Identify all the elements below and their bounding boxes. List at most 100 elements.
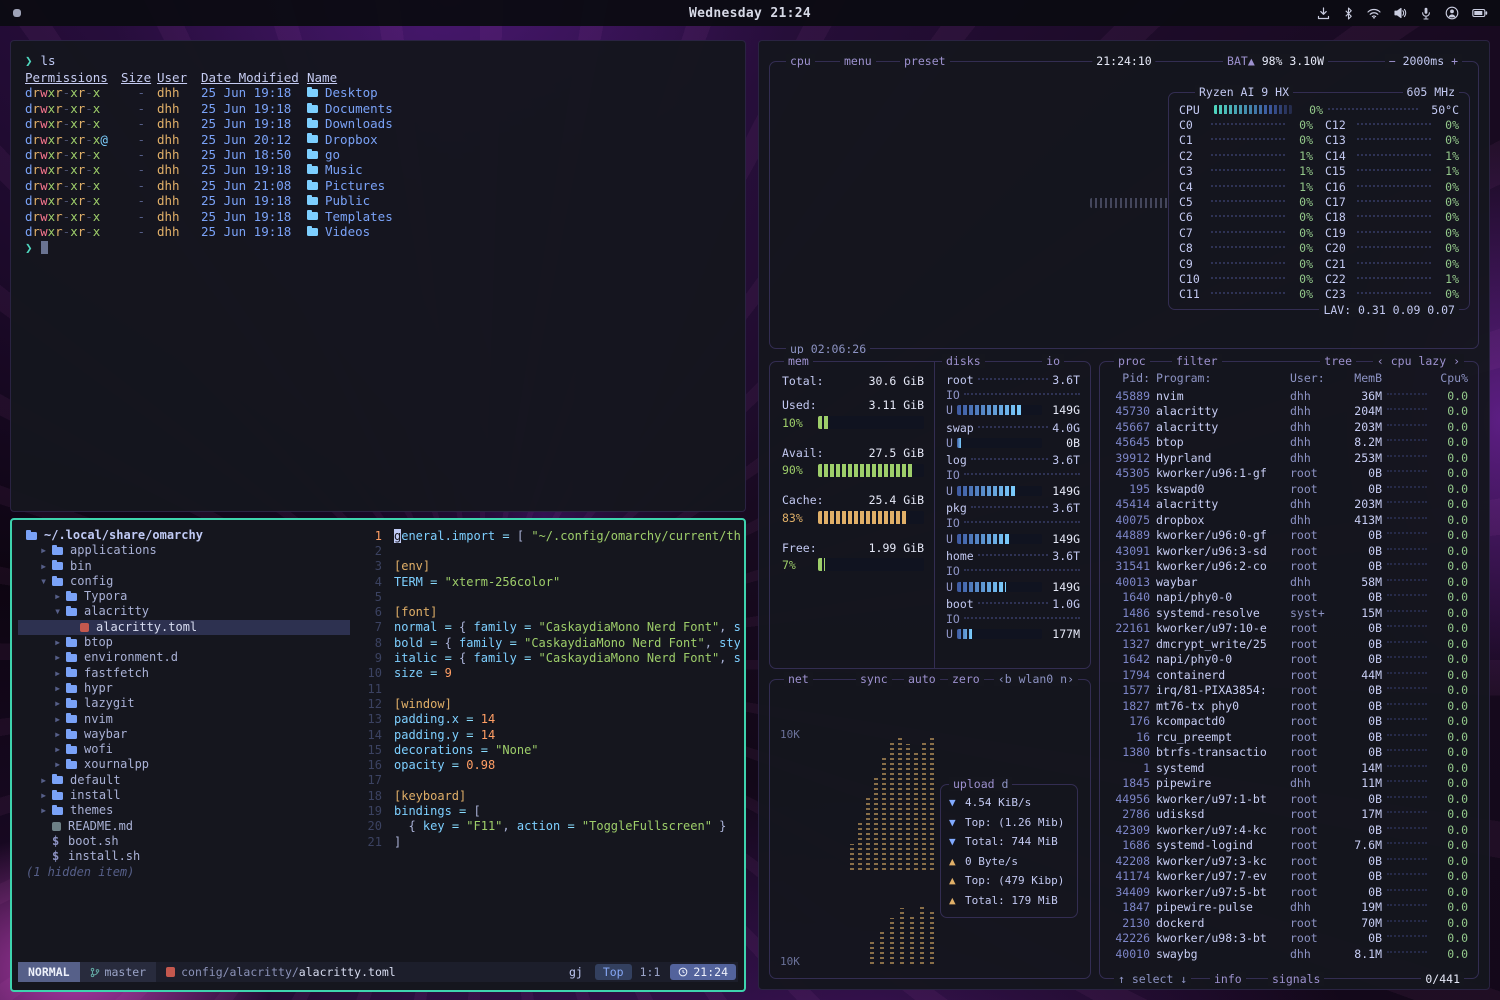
- entry-name[interactable]: Documents: [307, 101, 731, 117]
- entry-name[interactable]: Downloads: [307, 116, 731, 132]
- tree-item[interactable]: ▸waybar: [18, 727, 350, 742]
- process-row[interactable]: 1847pipewire-pulsedhh19M0.0: [1110, 900, 1468, 916]
- col-proc-user[interactable]: User:: [1290, 371, 1338, 385]
- process-row[interactable]: 2786udisksdroot17M0.0: [1110, 807, 1468, 823]
- battery-icon[interactable]: [1472, 8, 1488, 18]
- process-row[interactable]: 1827mt76-tx phy0root0B0.0: [1110, 698, 1468, 714]
- process-row[interactable]: 1486systemd-resolvesyst+15M0.0: [1110, 605, 1468, 621]
- tree-item[interactable]: ▸nvim: [18, 712, 350, 727]
- preset-button[interactable]: preset: [900, 54, 950, 68]
- tree-item[interactable]: ▸bin: [18, 559, 350, 574]
- process-row[interactable]: 2130dockerdroot70M0.0: [1110, 915, 1468, 931]
- process-row[interactable]: 40075dropboxdhh413M0.0: [1110, 512, 1468, 528]
- process-row[interactable]: 16rcu_preemptroot0B0.0: [1110, 729, 1468, 745]
- entry-name[interactable]: go: [307, 147, 731, 163]
- git-branch[interactable]: master: [80, 962, 157, 982]
- process-row[interactable]: 41174kworker/u97:7-evroot0B0.0: [1110, 869, 1468, 885]
- col-cpu[interactable]: Cpu%: [1432, 371, 1468, 385]
- process-row[interactable]: 42309kworker/u97:4-kcroot0B0.0: [1110, 822, 1468, 838]
- process-row[interactable]: 43091kworker/u96:3-sdroot0B0.0: [1110, 543, 1468, 559]
- io-toggle[interactable]: io: [1042, 354, 1064, 368]
- mem-panel-title[interactable]: mem: [784, 354, 813, 368]
- process-row[interactable]: 45889nvimdhh36M0.0: [1110, 388, 1468, 404]
- tree-item[interactable]: ▾alacritty: [18, 604, 350, 619]
- col-mem[interactable]: MemB: [1338, 371, 1382, 385]
- process-row[interactable]: 1577irq/81-PIXA3854:root0B0.0: [1110, 683, 1468, 699]
- disks-panel-title[interactable]: disks: [942, 354, 985, 368]
- tree-item[interactable]: ▸applications: [18, 543, 350, 558]
- tree-item[interactable]: README.md: [18, 819, 350, 834]
- process-row[interactable]: 34409kworker/u97:5-btroot0B0.0: [1110, 884, 1468, 900]
- code-editor[interactable]: 1general.import = [ "~/.config/omarchy/c…: [356, 528, 740, 952]
- cpu-panel-title[interactable]: cpu: [786, 54, 815, 68]
- process-row[interactable]: 40010swaybgdhh8.1M0.0: [1110, 946, 1468, 962]
- tree-item[interactable]: ▾config: [18, 574, 350, 589]
- process-row[interactable]: 45414alacrittydhh203M0.0: [1110, 497, 1468, 513]
- menu-button[interactable]: menu: [840, 54, 876, 68]
- process-row[interactable]: 45645btopdhh8.2M0.0: [1110, 435, 1468, 451]
- tree-item[interactable]: ▸default: [18, 773, 350, 788]
- process-row[interactable]: 44956kworker/u97:1-btroot0B0.0: [1110, 791, 1468, 807]
- sort-selector[interactable]: ‹ cpu lazy ›: [1373, 354, 1464, 368]
- terminal-window[interactable]: ❯ ls Permissions Size User Date Modified…: [10, 40, 746, 512]
- filter-button[interactable]: filter: [1172, 354, 1222, 368]
- process-row[interactable]: 44889kworker/u96:0-gfroot0B0.0: [1110, 528, 1468, 544]
- entry-name[interactable]: Public: [307, 193, 731, 209]
- tree-item[interactable]: ▸btop: [18, 635, 350, 650]
- wifi-icon[interactable]: [1367, 8, 1381, 19]
- refresh-plus-button[interactable]: +: [1451, 54, 1458, 68]
- user-icon[interactable]: [1445, 6, 1459, 20]
- net-box-title[interactable]: upload d: [949, 777, 1012, 791]
- process-row[interactable]: 45667alacrittydhh203M0.0: [1110, 419, 1468, 435]
- tree-item[interactable]: ▸lazygit: [18, 696, 350, 711]
- neovim-window[interactable]: ~/.local/share/omarchy ▸applications▸bin…: [10, 518, 746, 992]
- bluetooth-icon[interactable]: [1343, 7, 1354, 20]
- process-row[interactable]: 45730alacrittydhh204M0.0: [1110, 404, 1468, 420]
- entry-name[interactable]: Templates: [307, 209, 731, 225]
- process-row[interactable]: 22161kworker/u97:10-eroot0B0.0: [1110, 621, 1468, 637]
- workspace-indicator[interactable]: [13, 9, 21, 17]
- col-program[interactable]: Program:: [1156, 371, 1290, 385]
- tree-item[interactable]: alacritty.toml: [18, 620, 350, 635]
- select-hint[interactable]: ↑ select ↓: [1114, 972, 1191, 986]
- entry-name[interactable]: Pictures: [307, 178, 731, 194]
- entry-name[interactable]: Dropbox: [307, 132, 731, 148]
- process-row[interactable]: 45305kworker/u96:1-gfroot0B0.0: [1110, 466, 1468, 482]
- entry-name[interactable]: Videos: [307, 224, 731, 240]
- tree-item[interactable]: ▸hypr: [18, 681, 350, 696]
- tree-item[interactable]: ▸install: [18, 788, 350, 803]
- process-row[interactable]: 42226kworker/u98:3-btroot0B0.0: [1110, 931, 1468, 947]
- process-row[interactable]: 39912Hyprlanddhh253M0.0: [1110, 450, 1468, 466]
- process-row[interactable]: 195kswapd0root0B0.0: [1110, 481, 1468, 497]
- update-icon[interactable]: [1317, 7, 1330, 20]
- process-row[interactable]: 1640napi/phy0-0root0B0.0: [1110, 590, 1468, 606]
- entry-name[interactable]: Music: [307, 162, 731, 178]
- tree-toggle[interactable]: tree: [1320, 354, 1356, 368]
- tree-item[interactable]: $install.sh: [18, 849, 350, 864]
- process-row[interactable]: 1327dmcrypt_write/25root0B0.0: [1110, 636, 1468, 652]
- topbar-clock[interactable]: Wednesday 21:24: [689, 6, 811, 21]
- info-button[interactable]: info: [1210, 972, 1246, 986]
- proc-panel-title[interactable]: proc: [1114, 354, 1150, 368]
- entry-name[interactable]: Desktop: [307, 85, 731, 101]
- microphone-icon[interactable]: [1420, 7, 1432, 20]
- process-row[interactable]: 42208kworker/u97:3-kcroot0B0.0: [1110, 853, 1468, 869]
- col-pid[interactable]: Pid:: [1110, 371, 1156, 385]
- process-row[interactable]: 31541kworker/u96:2-coroot0B0.0: [1110, 559, 1468, 575]
- process-row[interactable]: 1380btrfs-transactioroot0B0.0: [1110, 745, 1468, 761]
- tree-item[interactable]: ▸themes: [18, 803, 350, 818]
- tree-item[interactable]: ▸environment.d: [18, 650, 350, 665]
- tree-item[interactable]: ▸wofi: [18, 742, 350, 757]
- tree-item[interactable]: ▸Typora: [18, 589, 350, 604]
- process-row[interactable]: 1systemdroot14M0.0: [1110, 760, 1468, 776]
- process-row[interactable]: 1642napi/phy0-0root0B0.0: [1110, 652, 1468, 668]
- signals-button[interactable]: signals: [1268, 972, 1324, 986]
- tree-item[interactable]: ▸fastfetch: [18, 666, 350, 681]
- tree-root[interactable]: ~/.local/share/omarchy: [18, 528, 350, 543]
- process-row[interactable]: 1845pipewiredhh11M0.0: [1110, 776, 1468, 792]
- process-row[interactable]: 40013waybardhh58M0.0: [1110, 574, 1468, 590]
- process-row[interactable]: 176kcompactd0root0B0.0: [1110, 714, 1468, 730]
- process-row[interactable]: 1794containerdroot44M0.0: [1110, 667, 1468, 683]
- btop-window[interactable]: cpu menu preset 21:24:10 BAT▲ 98% 3.10W …: [758, 40, 1490, 990]
- volume-icon[interactable]: [1394, 7, 1407, 19]
